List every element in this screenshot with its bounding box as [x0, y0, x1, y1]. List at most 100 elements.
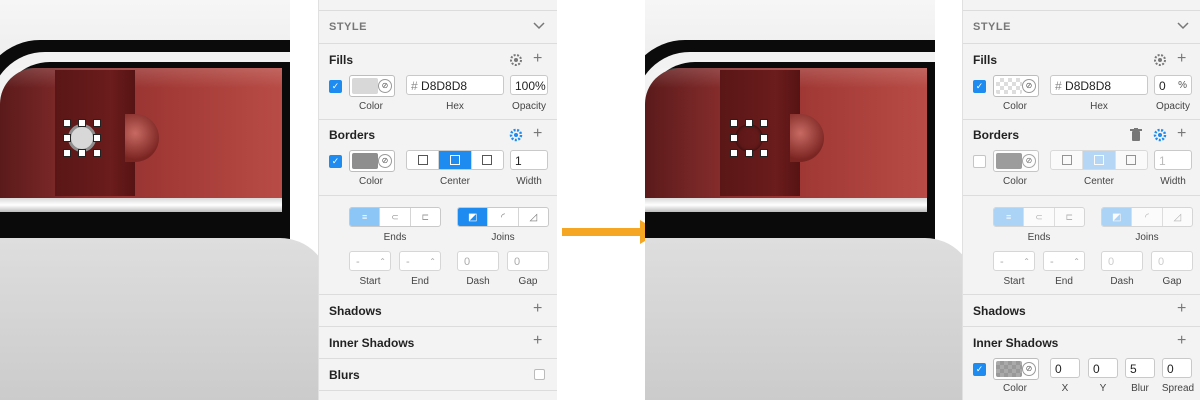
- join-miter-button[interactable]: ◩: [1102, 208, 1133, 226]
- fill-opacity-field[interactable]: 0%: [1154, 75, 1192, 95]
- add-fill-button[interactable]: +: [1177, 51, 1186, 67]
- add-inner-shadow-button[interactable]: +: [533, 333, 542, 349]
- inner-shadow-x-field[interactable]: 0: [1050, 358, 1080, 378]
- resize-handle[interactable]: [730, 119, 738, 127]
- border-width-field[interactable]: 1: [510, 150, 548, 170]
- fill-opacity-field[interactable]: 100%: [510, 75, 548, 95]
- border-outside-button[interactable]: [1116, 151, 1147, 169]
- end-butt-button[interactable]: ≡: [994, 208, 1025, 226]
- resize-handle[interactable]: [63, 134, 71, 142]
- border-outside-button[interactable]: [472, 151, 503, 169]
- resize-handle[interactable]: [93, 119, 101, 127]
- start-value: -: [356, 256, 360, 268]
- join-bevel-icon: ◿: [1173, 211, 1182, 223]
- join-bevel-button[interactable]: ◿: [1163, 208, 1192, 226]
- color-variant-icon[interactable]: ⊘: [1022, 79, 1036, 93]
- resize-handle[interactable]: [730, 134, 738, 142]
- gear-icon[interactable]: [509, 128, 523, 142]
- inner-shadow-y-field[interactable]: 0: [1088, 358, 1118, 378]
- resize-handle[interactable]: [78, 149, 86, 157]
- resize-handle[interactable]: [93, 134, 101, 142]
- border-inside-button[interactable]: [407, 151, 440, 169]
- resize-handle[interactable]: [63, 149, 71, 157]
- border-color-swatch[interactable]: ⊘: [993, 150, 1039, 172]
- add-border-button[interactable]: +: [533, 126, 542, 142]
- borders-section: Borders + ⊘ 1 Color Center Width: [963, 119, 1200, 196]
- blur-checkbox[interactable]: [534, 369, 545, 380]
- joins-control[interactable]: ◩ ◜ ◿: [457, 207, 549, 227]
- selected-circle[interactable]: [730, 119, 768, 157]
- add-fill-button[interactable]: +: [533, 51, 542, 67]
- gap-field[interactable]: 0: [1151, 251, 1193, 271]
- resize-handle[interactable]: [760, 119, 768, 127]
- end-arrow-select[interactable]: - ⌃: [399, 251, 441, 271]
- inner-shadow-color-swatch[interactable]: ⊘: [993, 358, 1039, 380]
- join-miter-button[interactable]: ◩: [458, 208, 489, 226]
- ends-control[interactable]: ≡ ⊂ ⊏: [349, 207, 441, 227]
- end-arrow-select[interactable]: - ⌃: [1043, 251, 1085, 271]
- border-enabled-checkbox[interactable]: ✓: [329, 155, 342, 168]
- border-enabled-checkbox[interactable]: [973, 155, 986, 168]
- border-position-control[interactable]: [406, 150, 504, 170]
- fill-color-swatch[interactable]: ⊘: [349, 75, 395, 97]
- gap-label: Gap: [518, 276, 538, 287]
- resize-handle[interactable]: [78, 119, 86, 127]
- inner-shadow-enabled-checkbox[interactable]: ✓: [973, 363, 986, 376]
- fill-color-swatch[interactable]: ⊘: [993, 75, 1039, 97]
- resize-handle[interactable]: [745, 119, 753, 127]
- joins-control[interactable]: ◩ ◜ ◿: [1101, 207, 1193, 227]
- join-bevel-button[interactable]: ◿: [519, 208, 548, 226]
- chevron-down-icon[interactable]: [1177, 22, 1189, 30]
- fill-hex-field[interactable]: # D8D8D8: [1050, 75, 1148, 95]
- trash-icon[interactable]: [1130, 128, 1142, 142]
- resize-handle[interactable]: [745, 149, 753, 157]
- end-round-button[interactable]: ⊂: [380, 208, 411, 226]
- color-variant-icon[interactable]: ⊘: [1022, 362, 1036, 376]
- end-square-button[interactable]: ⊏: [411, 208, 440, 226]
- color-variant-icon[interactable]: ⊘: [378, 154, 392, 168]
- fill-enabled-checkbox[interactable]: ✓: [973, 80, 986, 93]
- dash-field[interactable]: 0: [1101, 251, 1143, 271]
- style-header[interactable]: STYLE: [963, 10, 1200, 44]
- inner-shadow-spread-field[interactable]: 0: [1162, 358, 1192, 378]
- border-width-field[interactable]: 1: [1154, 150, 1192, 170]
- join-round-button[interactable]: ◜: [488, 208, 519, 226]
- start-arrow-select[interactable]: - ⌃: [993, 251, 1035, 271]
- fill-hex-field[interactable]: # D8D8D8: [406, 75, 504, 95]
- add-border-button[interactable]: +: [1177, 126, 1186, 142]
- border-inside-button[interactable]: [1051, 151, 1084, 169]
- add-shadow-button[interactable]: +: [533, 301, 542, 317]
- resize-handle[interactable]: [93, 149, 101, 157]
- selected-circle[interactable]: [63, 119, 101, 157]
- chevron-down-icon[interactable]: [533, 22, 545, 30]
- border-position-control[interactable]: [1050, 150, 1148, 170]
- fill-enabled-checkbox[interactable]: ✓: [329, 80, 342, 93]
- color-label: Color: [359, 176, 383, 187]
- resize-handle[interactable]: [760, 149, 768, 157]
- end-butt-button[interactable]: ≡: [350, 208, 381, 226]
- border-color-swatch[interactable]: ⊘: [349, 150, 395, 172]
- dash-field[interactable]: 0: [457, 251, 499, 271]
- gear-icon[interactable]: [1153, 53, 1167, 67]
- color-variant-icon[interactable]: ⊘: [1022, 154, 1036, 168]
- color-variant-icon[interactable]: ⊘: [378, 79, 392, 93]
- inner-shadow-blur-field[interactable]: 5: [1125, 358, 1155, 378]
- add-shadow-button[interactable]: +: [1177, 301, 1186, 317]
- gap-field[interactable]: 0: [507, 251, 549, 271]
- end-square-button[interactable]: ⊏: [1055, 208, 1084, 226]
- gear-icon[interactable]: [1153, 128, 1167, 142]
- join-round-button[interactable]: ◜: [1132, 208, 1163, 226]
- style-header[interactable]: STYLE: [319, 10, 557, 44]
- resize-handle[interactable]: [760, 134, 768, 142]
- resize-handle[interactable]: [63, 119, 71, 127]
- ends-control[interactable]: ≡ ⊂ ⊏: [993, 207, 1085, 227]
- join-round-icon: ◜: [1145, 211, 1149, 223]
- resize-handle[interactable]: [730, 149, 738, 157]
- start-arrow-select[interactable]: - ⌃: [349, 251, 391, 271]
- border-center-button[interactable]: [439, 151, 472, 169]
- border-center-button[interactable]: [1083, 151, 1116, 169]
- stepper-icon: ⌃: [429, 257, 436, 266]
- end-round-button[interactable]: ⊂: [1024, 208, 1055, 226]
- add-inner-shadow-button[interactable]: +: [1177, 333, 1186, 349]
- gear-icon[interactable]: [509, 53, 523, 67]
